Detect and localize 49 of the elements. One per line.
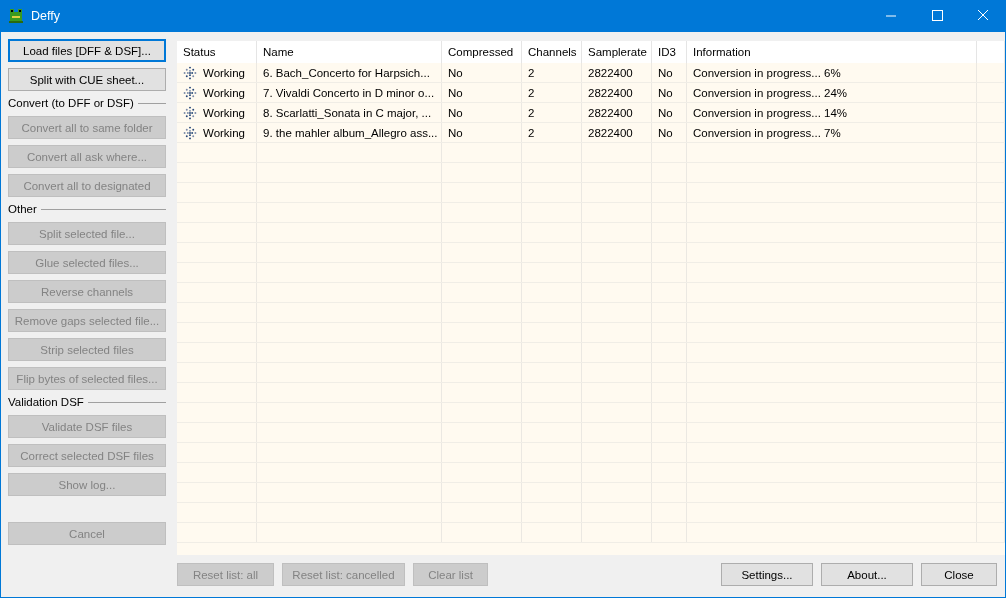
table-cell: Working [203,106,245,119]
window-title: Deffy [31,9,60,23]
section-label: Validation DSF [8,396,85,408]
table-cell: No [448,126,463,139]
spinner-icon [183,85,197,100]
sidebar-button[interactable]: Load files [DFF & DSF]... [8,39,166,62]
frog-icon [8,8,24,24]
column-header[interactable]: Name [257,41,442,63]
table-cell: 2822400 [588,66,633,79]
table-cell: 2822400 [588,126,633,139]
table-cell: 2 [528,126,535,139]
table-cell: No [658,106,673,119]
section-label: Convert (to DFF or DSF) [8,97,135,109]
column-header[interactable]: Channels [522,41,582,63]
table-cell: 2822400 [588,86,633,99]
table-cell: 8. Scarlatti_Sonata in C major, ... [263,106,432,119]
spinner-icon [183,105,197,120]
table-cell: No [658,66,673,79]
column-header[interactable]: Samplerate [582,41,652,63]
table-cell: Conversion in progress... 6% [693,66,841,79]
table-cell: Conversion in progress... 24% [693,86,848,99]
spinner-icon [183,65,197,80]
table-cell: No [658,126,673,139]
spinner-icon [183,125,197,140]
table-cell: 2 [528,86,535,99]
table-cell: 9. the mahler album_Allegro ass... [263,126,438,139]
dialog-button[interactable]: Settings... [721,563,813,586]
table-cell: No [448,86,463,99]
table-cell: Conversion in progress... 7% [693,126,841,139]
table-cell: Working [203,126,245,139]
column-header[interactable]: Status [177,41,257,63]
table-cell: 2 [528,106,535,119]
table-cell: 2 [528,66,535,79]
sidebar-button[interactable]: Split with CUE sheet... [8,68,166,91]
table-cell: Conversion in progress... 14% [693,106,848,119]
table-cell: Working [203,86,245,99]
dialog-button[interactable]: About... [821,563,913,586]
table-cell: No [448,106,463,119]
table-cell: No [658,86,673,99]
column-header[interactable]: Compressed [442,41,522,63]
table-cell: 2822400 [588,106,633,119]
table-cell: 6. Bach_Concerto for Harpsich... [263,66,430,79]
column-header[interactable]: ID3 [652,41,687,63]
column-header[interactable]: Information [687,41,977,63]
dialog-button[interactable]: Close [921,563,997,586]
table-cell: No [448,66,463,79]
table-cell: 7. Vivaldi Concerto in D minor o... [263,86,435,99]
section-label: Other [8,203,38,215]
table-cell: Working [203,66,245,79]
